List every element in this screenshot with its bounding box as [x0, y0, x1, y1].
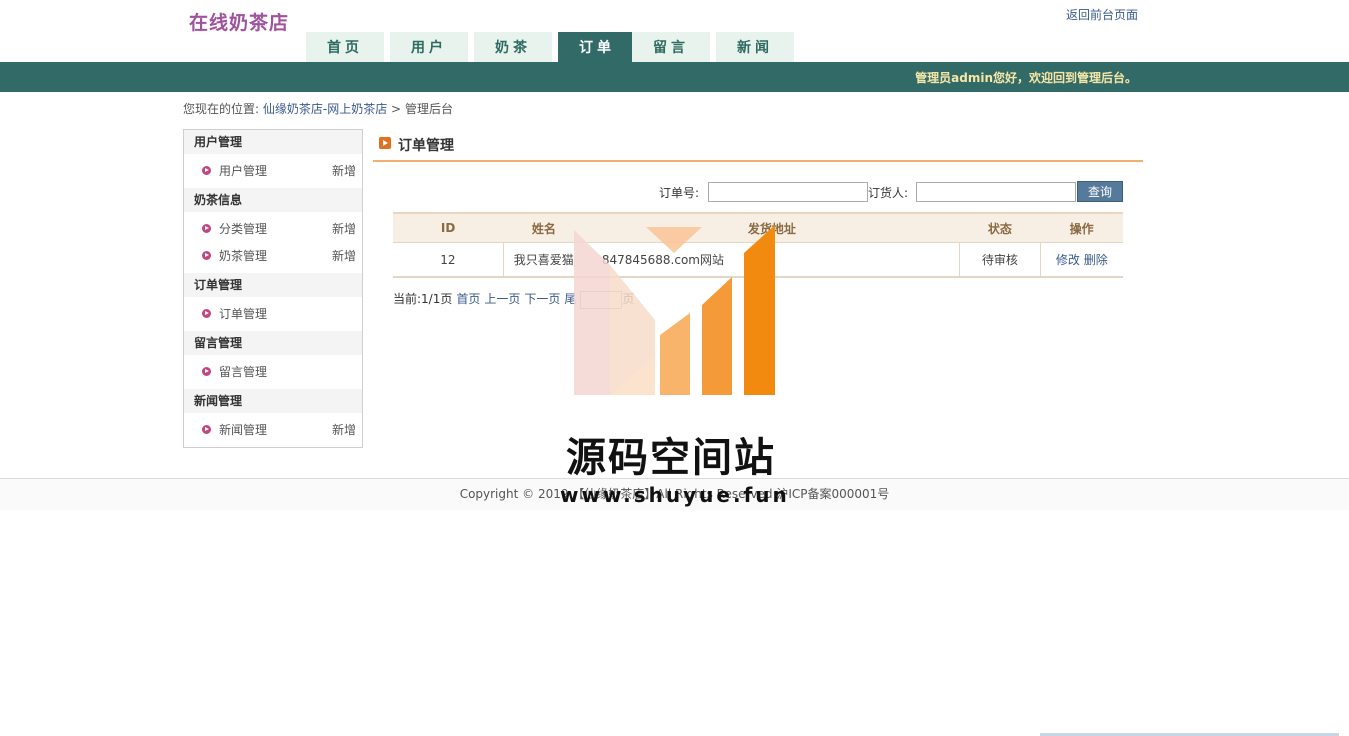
sidebar-group-milktea: 奶茶信息: [184, 188, 362, 212]
pager-go-label: 页: [622, 292, 635, 306]
pager-prev[interactable]: 上一页: [484, 292, 520, 306]
bullet-icon: [202, 166, 211, 175]
sidebar-link-news-manage[interactable]: 新闻管理: [219, 417, 267, 443]
sidebar-add-user[interactable]: 新增: [332, 158, 356, 184]
sidebar: 用户管理 用户管理 新增 奶茶信息 分类管理 新增 奶茶管理 新增 订单管理 订…: [183, 129, 363, 448]
bullet-icon: [202, 367, 211, 376]
edit-link[interactable]: 修改: [1056, 253, 1080, 267]
bullet-icon: [202, 224, 211, 233]
sidebar-group-orders: 订单管理: [184, 273, 362, 297]
cell-status: 待审核: [958, 242, 1041, 278]
buyer-label: 订货人:: [868, 186, 909, 200]
sidebar-item-order-manage: 订单管理: [184, 301, 362, 327]
sidebar-group-users: 用户管理: [184, 130, 362, 154]
cell-address: 847845688.com网站: [601, 253, 724, 267]
pagination: 当前:1/1页 首页 上一页 下一页尾 页: [393, 290, 634, 309]
cell-actions: 修改 删除: [1039, 242, 1123, 278]
pager-last[interactable]: 尾: [564, 292, 576, 306]
panel-title: 订单管理: [398, 138, 454, 154]
order-no-label: 订单号:: [659, 186, 700, 200]
sidebar-link-message-manage[interactable]: 留言管理: [219, 359, 267, 385]
back-to-frontend-link[interactable]: 返回前台页面: [1066, 6, 1138, 23]
pager-page-input[interactable]: [580, 290, 623, 309]
sidebar-group-news: 新闻管理: [184, 389, 362, 413]
cell-name-address: 我只喜爱猫 847845688.com网站: [502, 242, 960, 278]
col-header-id: ID: [393, 212, 504, 243]
footer: Copyright © 2019 【仙缘奶茶店】All Rights Reser…: [0, 478, 1349, 510]
order-no-input[interactable]: [708, 182, 868, 202]
pager-first[interactable]: 首页: [456, 292, 480, 306]
header-bar: 管理员admin您好，欢迎回到管理后台。: [0, 62, 1349, 92]
pager-next[interactable]: 下一页: [524, 292, 560, 306]
sidebar-item-milktea-manage: 奶茶管理 新增: [184, 243, 362, 269]
col-header-status: 状态: [959, 212, 1041, 243]
panel-title-bar: 订单管理: [373, 130, 1143, 162]
sidebar-link-milktea-manage[interactable]: 奶茶管理: [219, 243, 267, 269]
sidebar-link-user-manage[interactable]: 用户管理: [219, 158, 267, 184]
pager-current: 当前:1/1页: [393, 292, 453, 306]
search-bar: 订单号: 订货人: 查询: [393, 181, 1123, 203]
sidebar-item-message-manage: 留言管理: [184, 359, 362, 385]
orders-table: ID 姓名 发货地址 状态 操作 12 我只喜爱猫 847845688.com网站…: [393, 212, 1123, 278]
sidebar-add-milktea[interactable]: 新增: [332, 243, 356, 269]
nav-tab-orders[interactable]: 订单: [558, 32, 636, 62]
delete-link[interactable]: 删除: [1084, 253, 1108, 267]
nav-tab-messages[interactable]: 留言: [632, 32, 710, 62]
sidebar-group-messages: 留言管理: [184, 331, 362, 355]
bullet-icon: [202, 425, 211, 434]
nav-tab-news[interactable]: 新闻: [716, 32, 794, 62]
sidebar-item-news-manage: 新闻管理 新增: [184, 417, 362, 443]
welcome-message: 管理员admin您好，欢迎回到管理后台。: [915, 71, 1137, 85]
site-logo: 在线奶茶店: [189, 12, 290, 34]
cell-name: 我只喜爱猫: [513, 253, 574, 267]
header: 在线奶茶店 返回前台页面 首页 用户 奶茶 订单 留言 新闻: [0, 0, 1349, 62]
watermark-title: 源码空间站: [566, 435, 776, 481]
sidebar-add-news[interactable]: 新增: [332, 417, 356, 443]
sidebar-link-category-manage[interactable]: 分类管理: [219, 216, 267, 242]
search-button[interactable]: 查询: [1077, 181, 1123, 202]
sidebar-add-category[interactable]: 新增: [332, 216, 356, 242]
bullet-icon: [202, 251, 211, 260]
nav-tab-users[interactable]: 用户: [390, 32, 468, 62]
breadcrumb-separator: >: [391, 102, 402, 116]
breadcrumb-prefix: 您现在的位置:: [183, 102, 260, 116]
breadcrumb: 您现在的位置: 仙缘奶茶店-网上奶茶店 > 管理后台: [183, 100, 453, 117]
col-header-address: 发货地址: [584, 212, 960, 243]
breadcrumb-site-link[interactable]: 仙缘奶茶店-网上奶茶店: [263, 102, 387, 116]
cell-id: 12: [393, 242, 504, 278]
sidebar-item-user-manage: 用户管理 新增: [184, 158, 362, 184]
nav-tab-home[interactable]: 首页: [306, 32, 384, 62]
breadcrumb-current: 管理后台: [404, 102, 453, 116]
table-header-row: ID 姓名 发货地址 状态 操作: [393, 212, 1123, 243]
sidebar-item-category-manage: 分类管理 新增: [184, 216, 362, 242]
col-header-actions: 操作: [1040, 212, 1123, 243]
buyer-input[interactable]: [916, 182, 1076, 202]
sidebar-link-order-manage[interactable]: 订单管理: [219, 301, 267, 327]
col-header-name: 姓名: [503, 212, 585, 243]
table-row: 12 我只喜爱猫 847845688.com网站 待审核 修改 删除: [393, 242, 1123, 278]
bullet-icon: [202, 309, 211, 318]
nav-tab-milktea[interactable]: 奶茶: [474, 32, 552, 62]
arrow-right-icon: [379, 137, 391, 149]
